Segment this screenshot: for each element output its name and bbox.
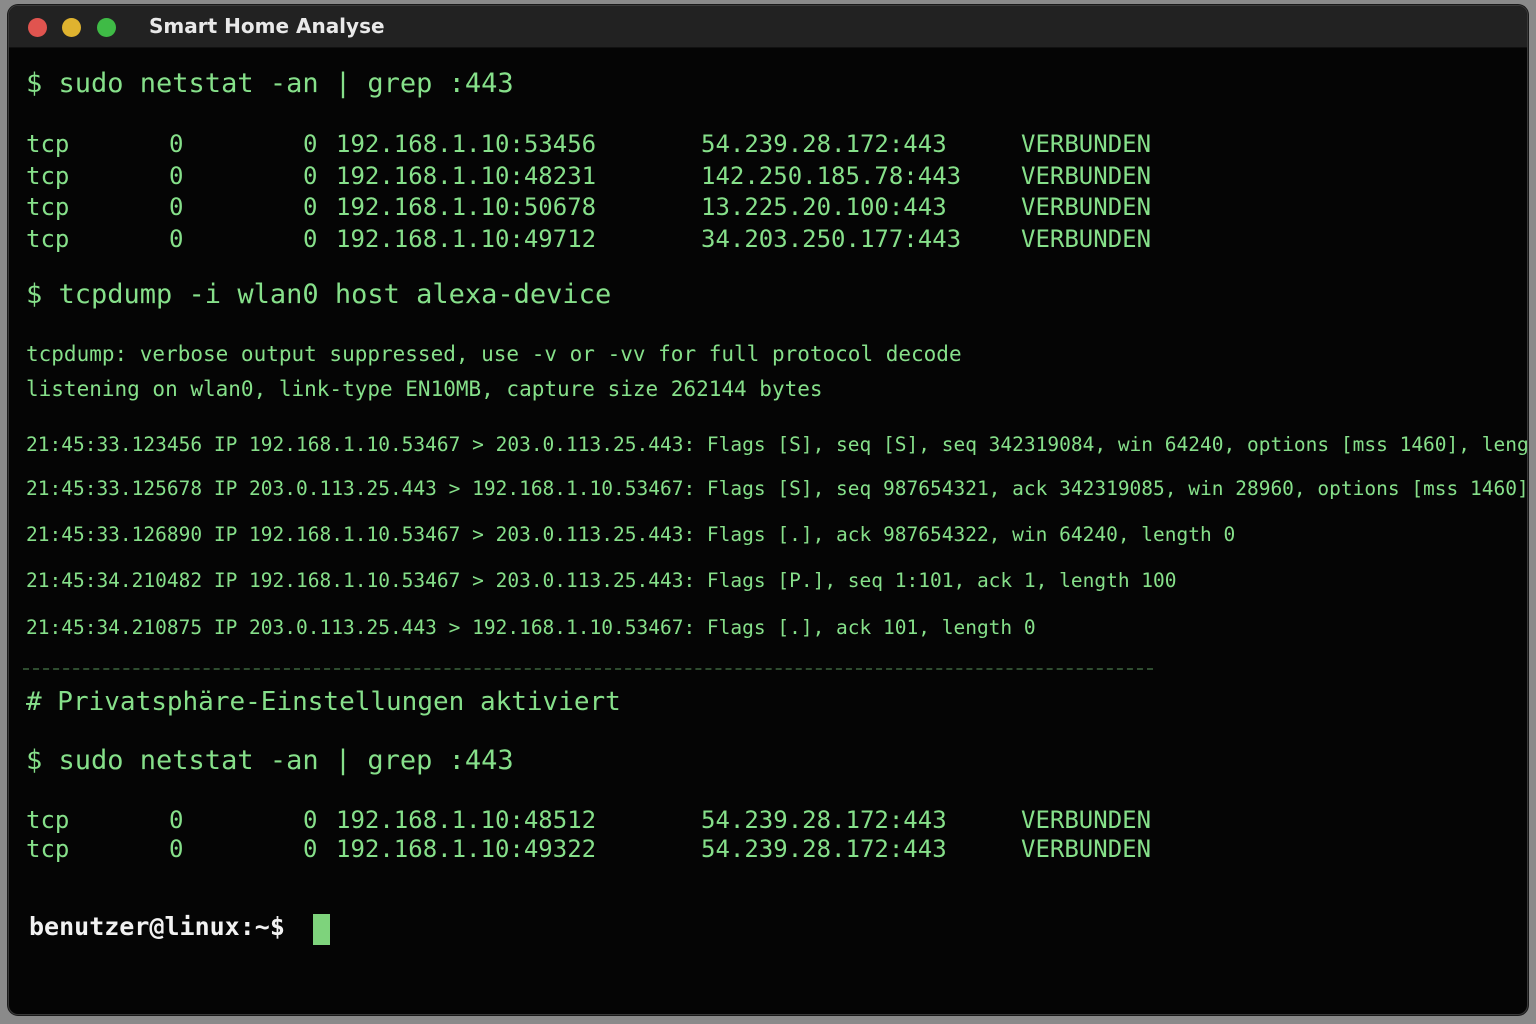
netstat-row: tcp 0 0 192.168.1.10:48231 142.250.185.7… xyxy=(9,162,1527,194)
local-address-cell: 192.168.1.10:48512 xyxy=(336,806,597,834)
state-cell: VERBUNDEN xyxy=(1021,835,1152,863)
state-cell: VERBUNDEN xyxy=(1021,130,1152,158)
command-line: $ sudo netstat -an | grep :443 xyxy=(26,745,514,776)
send-q-cell: 0 xyxy=(303,193,318,221)
remote-address-cell: 54.239.28.172:443 xyxy=(701,806,947,834)
packet-line: 21:45:33.126890 IP 192.168.1.10.53467 > … xyxy=(26,523,1236,546)
netstat-row: tcp 0 0 192.168.1.10:49712 34.203.250.17… xyxy=(9,225,1527,257)
recv-q-cell: 0 xyxy=(169,162,184,190)
recv-q-cell: 0 xyxy=(169,835,184,863)
recv-q-cell: 0 xyxy=(169,193,184,221)
comment-line: # Privatsphäre-Einstellungen aktiviert xyxy=(26,687,621,717)
send-q-cell: 0 xyxy=(303,806,318,834)
state-cell: VERBUNDEN xyxy=(1021,225,1152,253)
packet-line: 21:45:34.210482 IP 192.168.1.10.53467 > … xyxy=(26,569,1177,592)
state-cell: VERBUNDEN xyxy=(1021,806,1152,834)
local-address-cell: 192.168.1.10:49712 xyxy=(336,225,597,253)
recv-q-cell: 0 xyxy=(169,130,184,158)
netstat-row: tcp 0 0 192.168.1.10:48512 54.239.28.172… xyxy=(9,806,1527,838)
remote-address-cell: 142.250.185.78:443 xyxy=(701,162,962,190)
send-q-cell: 0 xyxy=(303,835,318,863)
send-q-cell: 0 xyxy=(303,162,318,190)
proto-cell: tcp xyxy=(26,162,70,190)
minimize-window-button[interactable] xyxy=(62,18,81,37)
local-address-cell: 192.168.1.10:50678 xyxy=(336,193,597,221)
close-window-button[interactable] xyxy=(28,18,47,37)
send-q-cell: 0 xyxy=(303,225,318,253)
local-address-cell: 192.168.1.10:53456 xyxy=(336,130,597,158)
text-cursor[interactable] xyxy=(313,914,330,945)
netstat-row: tcp 0 0 192.168.1.10:53456 54.239.28.172… xyxy=(9,130,1527,162)
remote-address-cell: 54.239.28.172:443 xyxy=(701,835,947,863)
tcpdump-info-line: listening on wlan0, link-type EN10MB, ca… xyxy=(26,377,823,401)
proto-cell: tcp xyxy=(26,193,70,221)
dashed-divider xyxy=(23,668,1153,670)
title-bar: Smart Home Analyse xyxy=(9,6,1527,48)
netstat-row: tcp 0 0 192.168.1.10:49322 54.239.28.172… xyxy=(9,835,1527,867)
packet-line: 21:45:33.125678 IP 203.0.113.25.443 > 19… xyxy=(26,477,1527,500)
send-q-cell: 0 xyxy=(303,130,318,158)
state-cell: VERBUNDEN xyxy=(1021,193,1152,221)
proto-cell: tcp xyxy=(26,806,70,834)
proto-cell: tcp xyxy=(26,835,70,863)
remote-address-cell: 54.239.28.172:443 xyxy=(701,130,947,158)
remote-address-cell: 34.203.250.177:443 xyxy=(701,225,962,253)
terminal-window: Smart Home Analyse $ sudo netstat -an | … xyxy=(8,5,1528,1015)
command-line: $ tcpdump -i wlan0 host alexa-device xyxy=(26,279,612,310)
netstat-row: tcp 0 0 192.168.1.10:50678 13.225.20.100… xyxy=(9,193,1527,225)
packet-line: 21:45:33.123456 IP 192.168.1.10.53467 > … xyxy=(26,433,1527,456)
shell-prompt: benutzer@linux:~$ xyxy=(29,912,285,941)
proto-cell: tcp xyxy=(26,130,70,158)
tcpdump-info-line: tcpdump: verbose output suppressed, use … xyxy=(26,342,962,366)
state-cell: VERBUNDEN xyxy=(1021,162,1152,190)
packet-line: 21:45:34.210875 IP 203.0.113.25.443 > 19… xyxy=(26,616,1036,639)
terminal-output[interactable]: $ sudo netstat -an | grep :443 tcp 0 0 1… xyxy=(9,48,1527,1014)
recv-q-cell: 0 xyxy=(169,806,184,834)
local-address-cell: 192.168.1.10:49322 xyxy=(336,835,597,863)
proto-cell: tcp xyxy=(26,225,70,253)
local-address-cell: 192.168.1.10:48231 xyxy=(336,162,597,190)
window-title: Smart Home Analyse xyxy=(149,14,385,38)
command-line: $ sudo netstat -an | grep :443 xyxy=(26,68,514,99)
remote-address-cell: 13.225.20.100:443 xyxy=(701,193,947,221)
maximize-window-button[interactable] xyxy=(97,18,116,37)
recv-q-cell: 0 xyxy=(169,225,184,253)
